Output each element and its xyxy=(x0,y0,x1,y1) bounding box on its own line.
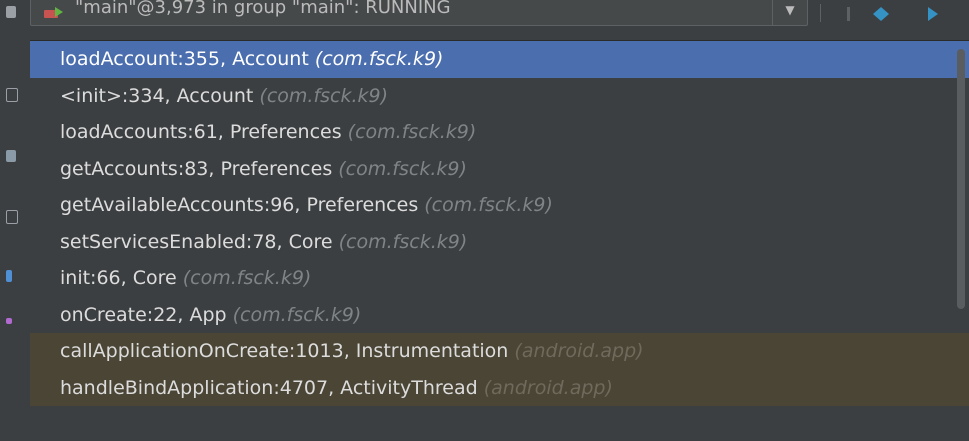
frame-method: init:66, Core xyxy=(60,267,177,289)
frame-row[interactable]: init:66, Core (com.fsck.k9) xyxy=(30,260,969,297)
step-into-icon[interactable] xyxy=(868,2,894,26)
debugger-toolbar: "main"@3,973 in group "main": RUNNING ▼ xyxy=(30,0,969,40)
frame-package: (android.app) xyxy=(483,376,613,399)
tool-icon[interactable] xyxy=(6,150,16,162)
tool-icon[interactable] xyxy=(6,318,12,324)
frame-row[interactable]: loadAccount:355, Account (com.fsck.k9) xyxy=(30,41,969,78)
chevron-down-icon[interactable]: ▼ xyxy=(772,0,807,25)
frame-package: (com.fsck.k9) xyxy=(424,194,553,216)
frame-method: handleBindApplication:4707, ActivityThre… xyxy=(60,376,478,399)
frame-row[interactable]: getAccounts:83, Preferences (com.fsck.k9… xyxy=(30,151,969,188)
tool-icon[interactable] xyxy=(6,270,12,282)
frame-method: onCreate:22, App xyxy=(60,303,227,326)
frame-row[interactable]: callApplicationOnCreate:1013, Instrument… xyxy=(30,333,969,370)
frame-package: (android.app) xyxy=(514,340,644,362)
frame-row[interactable]: getAvailableAccounts:96, Preferences (co… xyxy=(30,187,969,224)
debug-tool-strip xyxy=(0,0,30,441)
frame-package: (com.fsck.k9) xyxy=(338,230,468,253)
thread-selector[interactable]: "main"@3,973 in group "main": RUNNING ▼ xyxy=(30,0,808,26)
tool-icon[interactable] xyxy=(6,6,16,18)
frame-row[interactable]: handleBindApplication:4707, ActivityThre… xyxy=(30,369,969,406)
step-out-icon[interactable] xyxy=(920,2,946,26)
frame-row[interactable]: loadAccounts:61, Preferences (com.fsck.k… xyxy=(30,114,969,151)
thread-running-icon xyxy=(43,5,65,19)
frame-row[interactable]: setServicesEnabled:78, Core (com.fsck.k9… xyxy=(30,224,969,261)
frame-package: (com.fsck.k9) xyxy=(314,48,444,70)
frame-row[interactable]: <init>:334, Account (com.fsck.k9) xyxy=(30,78,969,115)
frame-method: setServicesEnabled:78, Core xyxy=(60,230,333,253)
tool-icon[interactable] xyxy=(6,88,18,102)
frame-package: (com.fsck.k9) xyxy=(232,303,362,326)
tool-icon[interactable] xyxy=(6,210,18,224)
frame-method: <init>:334, Account xyxy=(60,84,254,107)
frame-package: (com.fsck.k9) xyxy=(259,84,389,107)
frame-method: callApplicationOnCreate:1013, Instrument… xyxy=(60,340,509,362)
frames-scrollbar[interactable] xyxy=(957,49,965,309)
toolbar-divider xyxy=(820,4,821,22)
frame-package: (com.fsck.k9) xyxy=(182,267,312,289)
frame-method: loadAccount:355, Account xyxy=(60,48,309,70)
frame-package: (com.fsck.k9) xyxy=(347,121,477,143)
thread-selector-label: "main"@3,973 in group "main": RUNNING xyxy=(75,0,451,18)
step-icon[interactable] xyxy=(836,2,862,26)
frame-method: getAvailableAccounts:96, Preferences xyxy=(60,194,419,216)
frame-method: getAccounts:83, Preferences xyxy=(60,157,333,180)
frame-method: loadAccounts:61, Preferences xyxy=(60,121,342,143)
frame-package: (com.fsck.k9) xyxy=(338,157,467,180)
frame-row[interactable]: onCreate:22, App (com.fsck.k9) xyxy=(30,297,969,334)
frames-list: loadAccount:355, Account (com.fsck.k9) <… xyxy=(30,40,969,441)
